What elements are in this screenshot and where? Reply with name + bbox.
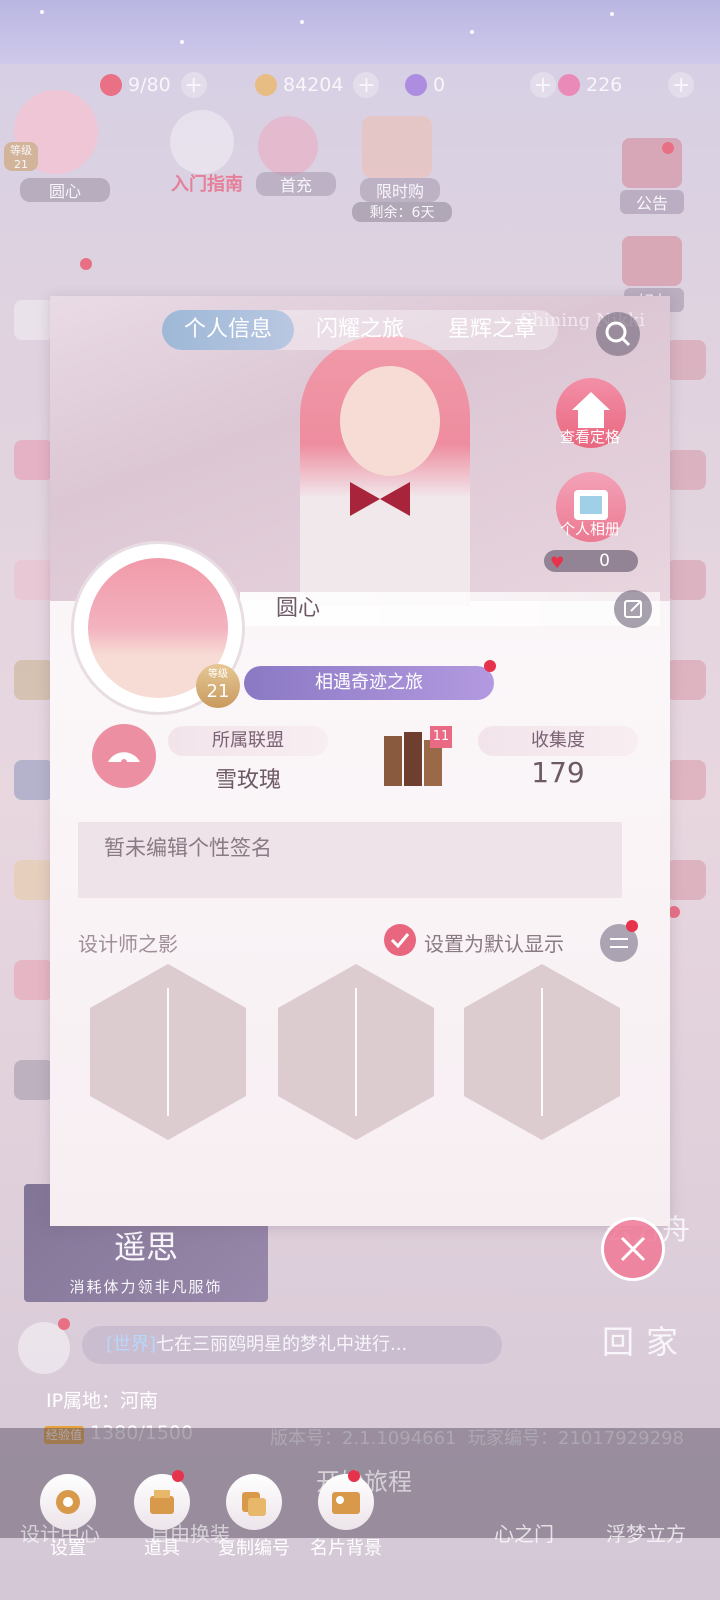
likes-counter[interactable]: ♥ 0 [544,550,638,572]
likes-value: 0 [599,551,610,571]
notification-dot [348,1470,360,1482]
alliance-emblem[interactable] [92,724,156,788]
ip-location: IP属地：河南 [46,1390,159,1412]
slot-decoration [167,988,169,1116]
view-stage-label: 查看定格 [559,428,620,446]
fan-icon [108,752,140,765]
check-icon [390,933,410,949]
card-background-button[interactable] [318,1474,374,1530]
signature-field[interactable]: 暂未编辑个性签名 [78,822,622,898]
sparkle [180,40,184,44]
album-label: 个人相册 [559,520,620,538]
close-button[interactable] [604,1220,662,1278]
sparkle [40,10,44,14]
character-face [340,366,440,476]
settings-button[interactable] [40,1474,96,1530]
edit-name-button[interactable] [614,590,652,628]
tab-star-chapter[interactable]: 星辉之章 [426,310,558,350]
search-button[interactable] [596,312,640,356]
tab-shining-journey[interactable]: 闪耀之旅 [294,310,426,350]
notification-dot [484,660,496,672]
profile-panel: Shining Nikki 个人信息 闪耀之旅 星辉之章 查看定格 个人相册 ♥… [50,296,670,1226]
bg-nav-dream-cube: 浮梦立方 [606,1522,686,1546]
slot-decoration [355,988,357,1116]
tab-personal-info[interactable]: 个人信息 [162,310,294,350]
level-value: 21 [206,681,230,702]
close-icon [620,1236,646,1262]
gear-icon [56,1490,80,1514]
default-display-label: 设置为默认显示 [424,932,564,956]
item-icon [150,1490,174,1514]
sparkle [470,30,474,34]
card-icon [332,1492,360,1514]
journey-badge[interactable]: 相遇奇迹之旅 [244,666,494,700]
settings-label: 设置 [50,1538,86,1559]
level-label: 等级 [208,669,228,680]
profile-tabs: 个人信息 闪耀之旅 星辉之章 [162,310,558,350]
slot-decoration [541,988,543,1116]
card-background-label: 名片背景 [310,1538,382,1559]
notification-dot [626,920,638,932]
sparkle [300,20,304,24]
alliance-value: 雪玫瑰 [214,768,281,793]
items-button[interactable] [134,1474,190,1530]
default-checkbox[interactable] [384,924,416,956]
collection-label: 收集度 [478,726,638,756]
edit-icon [624,600,642,618]
alliance-label: 所属联盟 [168,726,328,756]
player-name: 圆心 [276,596,321,621]
bg-nav-heart-gate: 心之门 [494,1522,554,1546]
level-badge: 等级 21 [196,664,240,708]
items-label: 道具 [144,1538,180,1559]
notification-dot [172,1470,184,1482]
book-count-badge: 11 [430,726,452,748]
search-icon [605,321,631,347]
book-spine [404,732,422,786]
sparkle [610,12,614,16]
copy-id-label: 复制编号 [218,1538,290,1559]
collection-value: 179 [531,756,585,789]
copy-id-button[interactable] [226,1474,282,1530]
top-frame [0,0,720,64]
book-spine [384,736,402,786]
books-icon[interactable]: 11 [376,726,456,792]
designer-label: 设计师之影 [78,932,178,956]
heart-icon: ♥ [550,553,565,572]
copy-icon [242,1492,266,1516]
